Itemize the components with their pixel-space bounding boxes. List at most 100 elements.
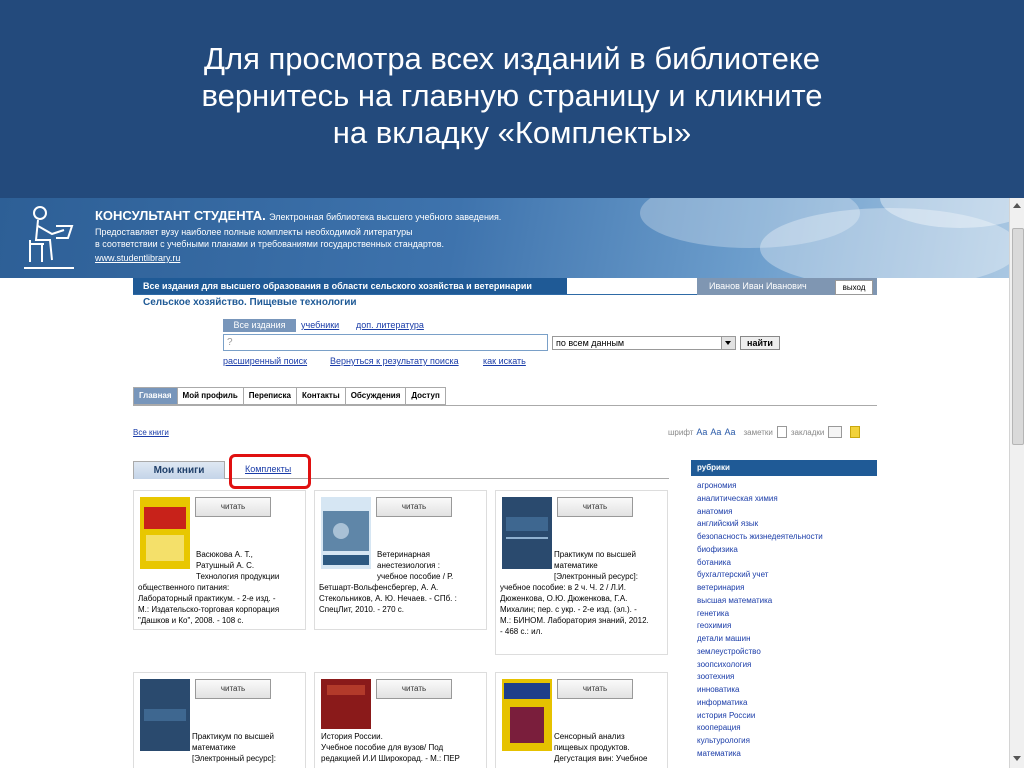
rubric-link[interactable]: математика <box>691 748 877 761</box>
notes-label[interactable]: заметки <box>743 428 772 437</box>
notes-icon[interactable] <box>776 426 787 438</box>
slide-heading-line: Для просмотра всех изданий в библиотеке <box>204 41 820 76</box>
tab-textbooks[interactable]: учебники <box>301 319 339 332</box>
find-button[interactable]: найти <box>740 336 780 350</box>
rubric-link[interactable]: кооперация <box>691 722 877 735</box>
section-subtitle: Сельское хозяйство. Пищевые технологии <box>143 297 357 308</box>
divider <box>133 405 877 406</box>
rubric-link[interactable]: зоопсихология <box>691 659 877 672</box>
rubric-link[interactable]: геохимия <box>691 620 877 633</box>
rubric-link[interactable]: высшая математика <box>691 595 877 608</box>
rubric-link[interactable]: ветеринария <box>691 582 877 595</box>
book-card: читать Васюкова А. Т., Ратушный А. С. Те… <box>133 490 306 630</box>
scroll-down-icon[interactable] <box>1013 756 1021 761</box>
chevron-down-icon[interactable] <box>721 337 735 349</box>
book-cover[interactable] <box>321 679 371 729</box>
book-card: читать Ветеринарная анестезиология : уче… <box>314 490 487 630</box>
font-label: шрифт <box>668 427 694 437</box>
student-logo-icon <box>24 206 74 269</box>
tab-access[interactable]: Доступ <box>406 387 446 405</box>
slide-heading-line: вернитесь на главную страницу и кликните <box>201 78 823 113</box>
tab-contacts[interactable]: Контакты <box>296 387 346 405</box>
rubrics-title: рубрики <box>691 460 877 476</box>
rubric-link[interactable]: агрономия <box>691 480 877 493</box>
tab-my-books[interactable]: Мои книги <box>133 461 225 479</box>
rubric-link[interactable]: генетика <box>691 608 877 621</box>
brand-title: КОНСУЛЬТАНТ СТУДЕНТА. Электронная библио… <box>95 208 501 223</box>
rubric-link[interactable]: инноватика <box>691 684 877 697</box>
browser-screenshot: КОНСУЛЬТАНТ СТУДЕНТА. Электронная библио… <box>0 198 1024 768</box>
tab-home[interactable]: Главная <box>133 387 178 405</box>
font-increase-icon[interactable]: Aa <box>696 427 707 437</box>
font-decrease-icon[interactable]: Aa <box>724 427 735 437</box>
search-input[interactable]: ? <box>223 334 548 351</box>
tab-discussions[interactable]: Обсуждения <box>345 387 407 405</box>
rubric-link[interactable]: английский язык <box>691 518 877 531</box>
rubric-link[interactable]: детали машин <box>691 633 877 646</box>
read-button[interactable]: читать <box>557 497 633 517</box>
book-description: учебное пособие: в 2 ч. Ч. 2 / Л.И. Дюже… <box>500 583 649 636</box>
rubric-link[interactable]: биофизика <box>691 544 877 557</box>
slide-heading: Для просмотра всех изданий в библиотеке … <box>60 40 964 151</box>
book-cover[interactable] <box>140 679 190 751</box>
search-scope-select[interactable]: по всем данным <box>552 336 736 350</box>
slide-heading-line: на вкладку «Комплекты» <box>332 115 692 150</box>
brand-description: в соответствии с учебными планами и треб… <box>95 239 445 249</box>
rubric-link[interactable]: аналитическая химия <box>691 493 877 506</box>
rubric-link[interactable]: анатомия <box>691 506 877 519</box>
rubric-link[interactable]: бухгалтерский учет <box>691 569 877 582</box>
logout-button[interactable]: выход <box>835 280 873 295</box>
book-cover[interactable] <box>140 497 190 569</box>
rubric-link[interactable]: зоотехния <box>691 671 877 684</box>
book-cover[interactable] <box>321 497 371 569</box>
brand-description: Предоставляет вузу наиболее полные компл… <box>95 227 413 237</box>
print-icon[interactable] <box>828 426 843 438</box>
read-button[interactable]: читать <box>376 497 452 517</box>
rubrics-panel: рубрики агрономия аналитическая химия ан… <box>691 460 877 761</box>
tab-extra-literature[interactable]: доп. литература <box>356 319 424 332</box>
book-cover[interactable] <box>502 497 552 569</box>
tab-profile[interactable]: Мой профиль <box>177 387 244 405</box>
read-button[interactable]: читать <box>195 497 271 517</box>
book-description: Бетшарт-Вольфенсбергер, А. А. Стекольник… <box>319 583 457 614</box>
advanced-search-link[interactable]: расширенный поиск <box>223 356 307 366</box>
rubric-link[interactable]: безопасность жизнедеятельности <box>691 531 877 544</box>
vertical-scrollbar[interactable] <box>1009 198 1024 768</box>
book-author: Практикум по высшей математике [Электрон… <box>192 732 276 763</box>
scroll-up-icon[interactable] <box>1013 203 1021 208</box>
site-url-link[interactable]: www.studentlibrary.ru <box>95 253 180 263</box>
rubric-link[interactable]: история России <box>691 710 877 723</box>
font-reset-icon[interactable]: Aa <box>710 427 721 437</box>
read-button[interactable]: читать <box>195 679 271 699</box>
rubric-link[interactable]: информатика <box>691 697 877 710</box>
brand-tagline: Электронная библиотека высшего учебного … <box>269 212 502 222</box>
book-card: читать Практикум по высшей математике [Э… <box>133 672 306 768</box>
book-author: Сенсорный анализ пищевых продуктов. Дегу… <box>554 732 648 763</box>
main-nav: Главная Мой профиль Переписка Контакты О… <box>133 387 446 405</box>
book-description: общественного питания: Лабораторный прак… <box>138 583 280 625</box>
book-author: Практикум по высшей математике [Электрон… <box>554 550 638 581</box>
site-banner: КОНСУЛЬТАНТ СТУДЕНТА. Электронная библио… <box>0 198 1009 278</box>
brand-name: КОНСУЛЬТАНТ СТУДЕНТА. <box>95 208 266 223</box>
book-cover[interactable] <box>502 679 552 751</box>
book-author: История России. Учебное пособие для вузо… <box>321 732 460 763</box>
tab-messages[interactable]: Переписка <box>243 387 297 405</box>
breadcrumb[interactable]: Все книги <box>133 428 169 437</box>
slide-header: Для просмотра всех изданий в библиотеке … <box>0 0 1024 198</box>
read-button[interactable]: читать <box>376 679 452 699</box>
read-button[interactable]: читать <box>557 679 633 699</box>
bookmarks-label[interactable]: закладки <box>791 428 824 437</box>
search-scope-value: по всем данным <box>556 338 625 348</box>
tab-all-editions[interactable]: Все издания <box>223 319 296 332</box>
how-to-search-link[interactable]: как искать <box>483 356 526 366</box>
rubric-link[interactable]: ботаника <box>691 557 877 570</box>
bookmark-icon[interactable] <box>850 426 861 438</box>
section-title-bar: Все издания для высшего образования в об… <box>133 278 567 295</box>
rubric-link[interactable]: культурология <box>691 735 877 748</box>
book-card: читать Сенсорный анализ пищевых продукто… <box>495 672 668 768</box>
scrollbar-thumb[interactable] <box>1012 228 1024 445</box>
highlight-annotation <box>229 454 311 489</box>
back-to-results-link[interactable]: Вернуться к результату поиска <box>330 356 459 366</box>
rubric-link[interactable]: землеустройство <box>691 646 877 659</box>
book-card: читать История России. Учебное пособие д… <box>314 672 487 768</box>
